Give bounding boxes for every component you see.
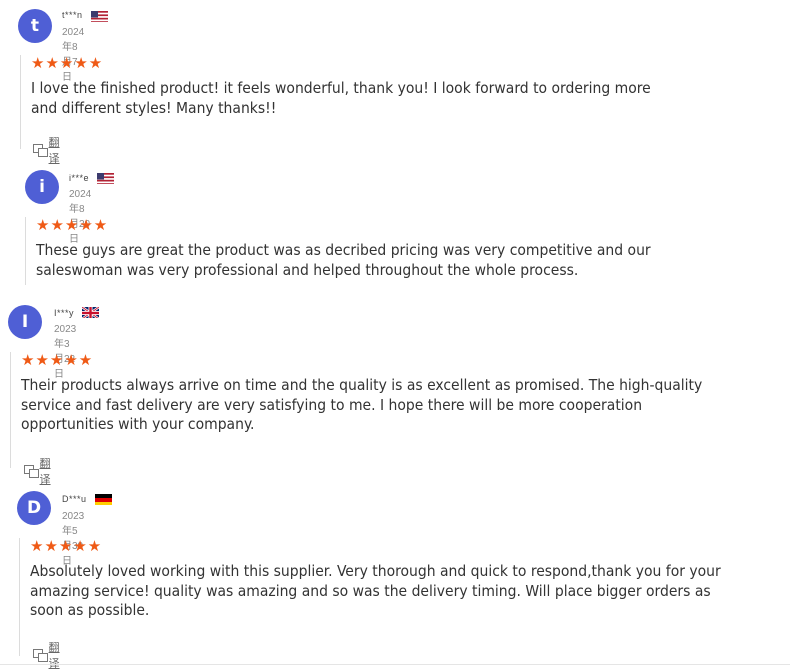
translate-button[interactable]: 翻译 — [24, 455, 55, 487]
translate-label: 翻译 — [48, 642, 60, 670]
rating-stars: ★★★★★ — [21, 352, 94, 369]
avatar: i — [25, 170, 59, 204]
de-flag-icon — [95, 493, 112, 505]
avatar: t — [18, 9, 52, 43]
review-text: Their products always arrive on time and… — [21, 376, 703, 433]
review-body: ★★★★★ Their products always arrive on ti… — [10, 352, 721, 468]
divider — [0, 664, 790, 665]
review-text: I love the finished product! it feels wo… — [31, 79, 651, 117]
review-body: ★★★★★ Absolutely loved working with this… — [19, 538, 745, 656]
reviewer-name: D***u — [62, 494, 87, 504]
reviewer-name: I***y — [54, 308, 75, 318]
translate-label: 翻译 — [48, 137, 60, 165]
review-text: Absolutely loved working with this suppl… — [30, 562, 721, 619]
rating-stars: ★★★★★ — [31, 55, 104, 72]
avatar: D — [17, 491, 51, 525]
avatar: I — [8, 305, 42, 339]
reviewer-name: t***n — [62, 10, 83, 20]
translate-icon — [24, 465, 39, 478]
translate-label: 翻译 — [39, 458, 51, 486]
translate-icon — [33, 144, 48, 157]
rating-stars: ★★★★★ — [30, 538, 103, 555]
us-flag-icon — [91, 10, 108, 22]
rating-stars: ★★★★★ — [36, 217, 109, 234]
review-body: ★★★★★ These guys are great the product w… — [25, 217, 676, 285]
translate-button[interactable]: 翻译 — [33, 639, 64, 671]
us-flag-icon — [97, 172, 114, 184]
review-text: These guys are great the product was as … — [36, 241, 651, 279]
translate-icon — [33, 649, 48, 662]
translate-button[interactable]: 翻译 — [33, 134, 64, 166]
review-body: ★★★★★ I love the finished product! it fe… — [20, 55, 671, 149]
uk-flag-icon — [82, 306, 99, 318]
reviewer-name: i***e — [69, 173, 90, 183]
